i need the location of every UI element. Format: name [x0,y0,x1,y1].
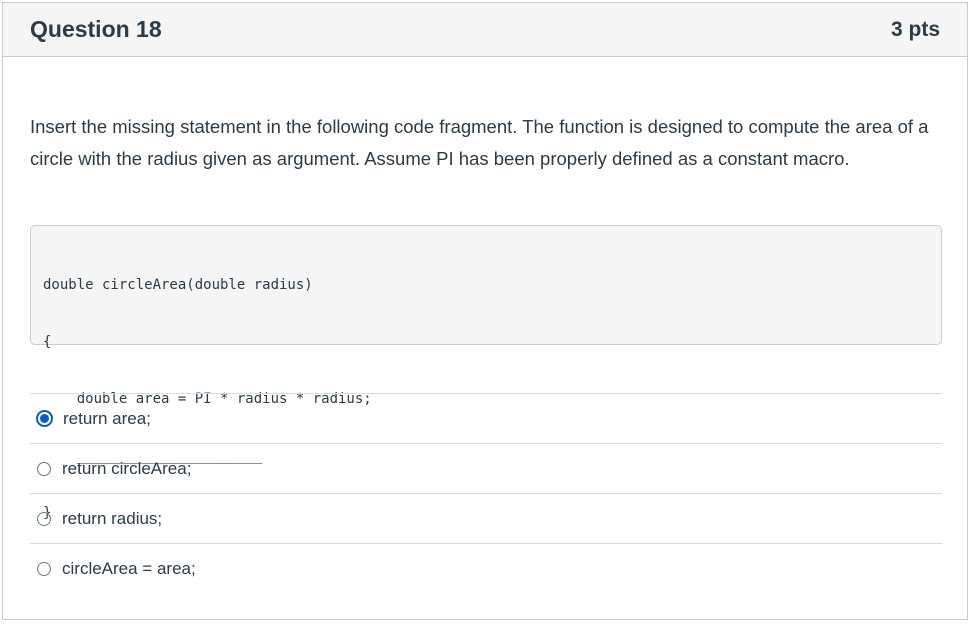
radio-button-icon[interactable] [37,461,51,476]
question-header: Question 18 3 pts [3,3,967,57]
code-fragment: double circleArea(double radius) { doubl… [30,225,942,521]
answer-option-4[interactable]: circleArea = area; [30,544,942,594]
radio-button-icon[interactable] [37,511,51,526]
answer-label[interactable]: return radius; [62,509,162,529]
answer-option-2[interactable]: return circleArea; [30,444,942,494]
answer-label[interactable]: return area; [63,409,151,429]
radio-button-icon[interactable] [36,410,53,427]
code-line: double circleArea(double radius) [43,277,313,293]
answer-option-1[interactable]: return area; [30,394,942,444]
radio-button-icon[interactable] [37,562,51,576]
question-card: Question 18 3 pts Insert the missing sta… [2,2,968,620]
question-prompt: Insert the missing statement in the foll… [30,116,929,169]
answer-label[interactable]: circleArea = area; [62,559,196,579]
code-line: { [43,334,52,350]
question-points: 3 pts [890,17,940,41]
question-title: Question 18 [30,16,162,42]
question-body: Insert the missing statement in the foll… [30,111,942,578]
answer-label[interactable]: return circleArea; [62,459,191,479]
answer-option-3[interactable]: return radius; [30,494,942,544]
answer-list: return area; return circleArea; return r… [30,393,942,594]
